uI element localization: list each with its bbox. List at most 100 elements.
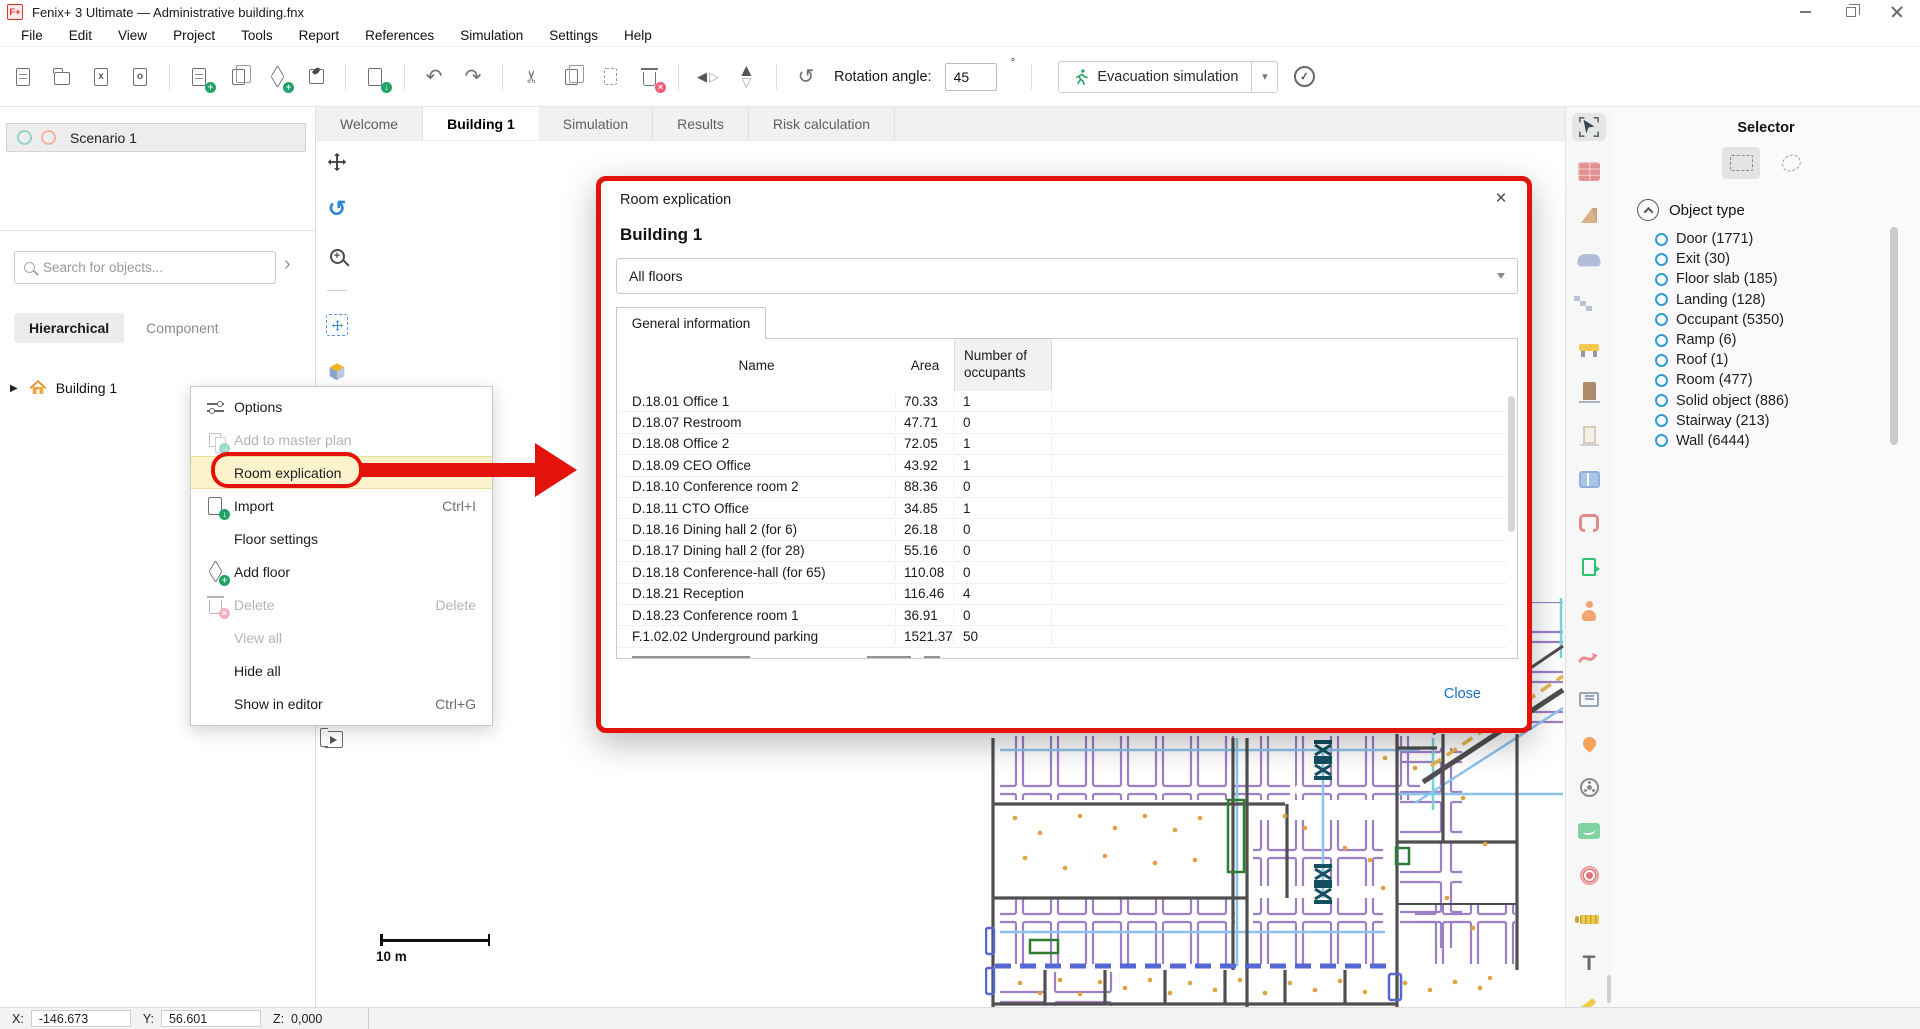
search-input[interactable] xyxy=(43,260,266,275)
expander-icon[interactable]: ▶ xyxy=(10,383,18,394)
rectangle-select-button[interactable] xyxy=(1722,147,1760,179)
room-tool-button[interactable] xyxy=(1572,509,1606,537)
selector-item-floor-slab[interactable]: Floor slab (185) xyxy=(1655,269,1789,289)
menu-item-delete[interactable]: × Delete Delete xyxy=(191,588,492,621)
add-level-button[interactable]: + xyxy=(264,64,290,90)
menu-references[interactable]: References xyxy=(352,28,447,43)
window-tool-button[interactable] xyxy=(1572,465,1606,493)
new-project-button[interactable] xyxy=(10,64,36,90)
pan-tool-button[interactable] xyxy=(324,149,350,175)
presentation-mode-button[interactable] xyxy=(324,731,343,748)
strip-scrollbar[interactable] xyxy=(1607,975,1611,1003)
undo-button[interactable]: ↶ xyxy=(421,64,447,90)
selector-item-wall[interactable]: Wall (6444) xyxy=(1655,431,1789,451)
selector-item-landing[interactable]: Landing (128) xyxy=(1655,290,1789,310)
route-tool-button[interactable] xyxy=(1572,641,1606,669)
master-plan-button[interactable] xyxy=(303,64,329,90)
menu-item-floor-settings[interactable]: Floor settings xyxy=(191,522,492,555)
menu-item-hide-all[interactable]: Hide all xyxy=(191,654,492,687)
menu-tools[interactable]: Tools xyxy=(228,28,286,43)
copy-button[interactable] xyxy=(558,64,584,90)
column-header-occupants[interactable]: Number of occupants xyxy=(954,339,1052,391)
table-row[interactable]: D.18.21 Reception116.464 xyxy=(617,584,1507,605)
open-project-button[interactable] xyxy=(49,64,75,90)
collapse-button[interactable] xyxy=(1637,199,1659,221)
close-project-button[interactable]: x xyxy=(88,64,114,90)
menu-file[interactable]: File xyxy=(8,28,56,43)
table-row[interactable]: D.18.11 CTO Office34.851 xyxy=(617,498,1507,519)
text-tool-button[interactable]: T xyxy=(1572,949,1606,977)
stairway-tool-button[interactable] xyxy=(1572,289,1606,317)
column-header-name[interactable]: Name xyxy=(617,339,896,391)
table-row[interactable]: D.18.09 CEO Office43.921 xyxy=(617,455,1507,476)
y-coordinate-input[interactable] xyxy=(161,1010,261,1027)
flip-horizontal-button[interactable]: ◀▷ xyxy=(695,64,721,90)
table-row[interactable]: D.18.23 Conference room 136.910 xyxy=(617,605,1507,626)
selector-scrollbar[interactable] xyxy=(1890,227,1898,445)
opening-tool-button[interactable] xyxy=(1572,421,1606,449)
alarm-tool-button[interactable] xyxy=(1572,861,1606,889)
lasso-select-button[interactable] xyxy=(1772,147,1810,179)
tab-results[interactable]: Results xyxy=(653,107,749,140)
evacuation-dropdown-button[interactable]: ▾ xyxy=(1252,61,1278,93)
exit-tool-button[interactable] xyxy=(1572,553,1606,581)
import-button[interactable]: ↓ xyxy=(362,64,388,90)
menu-edit[interactable]: Edit xyxy=(56,28,105,43)
validate-button[interactable]: ✓ xyxy=(1291,64,1317,90)
selector-item-door[interactable]: Door (1771) xyxy=(1655,229,1789,249)
tab-hierarchical[interactable]: Hierarchical xyxy=(14,313,124,343)
occupant-tool-button[interactable] xyxy=(1572,597,1606,625)
wall-tool-button[interactable] xyxy=(1572,157,1606,185)
scenario-item[interactable]: Scenario 1 xyxy=(6,123,306,152)
paste-button[interactable] xyxy=(597,64,623,90)
tab-building-1[interactable]: Building 1 xyxy=(423,107,539,140)
table-row[interactable]: D.18.18 Conference-hall (for 65)110.080 xyxy=(617,562,1507,583)
menu-item-show-in-editor[interactable]: Show in editor Ctrl+G xyxy=(191,687,492,720)
menu-help[interactable]: Help xyxy=(611,28,665,43)
redo-button[interactable]: ↷ xyxy=(460,64,486,90)
tab-simulation[interactable]: Simulation xyxy=(539,107,653,140)
selector-item-exit[interactable]: Exit (30) xyxy=(1655,249,1789,269)
selector-item-solid-object[interactable]: Solid object (886) xyxy=(1655,391,1789,411)
landing-tool-button[interactable] xyxy=(1572,333,1606,361)
delete-button[interactable]: × xyxy=(636,64,662,90)
minimize-button[interactable] xyxy=(1782,0,1828,24)
table-scrollbar[interactable] xyxy=(1508,396,1515,532)
select-tool-button[interactable] xyxy=(1572,113,1606,141)
table-row[interactable]: D.18.07 Restroom47.710 xyxy=(617,412,1507,433)
table-row[interactable]: D.18.16 Dining hall 2 (for 6)26.180 xyxy=(617,519,1507,540)
fan-tool-button[interactable] xyxy=(1572,773,1606,801)
selector-item-roof[interactable]: Roof (1) xyxy=(1655,350,1789,370)
menu-item-options[interactable]: Options xyxy=(191,390,492,423)
object-type-group-header[interactable]: Object type xyxy=(1637,199,1745,221)
floor-slab-tool-button[interactable] xyxy=(1572,245,1606,273)
sensor-tool-button[interactable] xyxy=(1572,817,1606,845)
fit-to-view-button[interactable] xyxy=(324,312,350,338)
tab-risk-calculation[interactable]: Risk calculation xyxy=(749,107,895,140)
zone-tool-button[interactable] xyxy=(1572,685,1606,713)
column-header-area[interactable]: Area xyxy=(896,339,954,391)
tab-component[interactable]: Component xyxy=(146,320,218,336)
menu-settings[interactable]: Settings xyxy=(536,28,611,43)
add-building-button[interactable]: + xyxy=(186,64,212,90)
selector-item-stairway[interactable]: Stairway (213) xyxy=(1655,411,1789,431)
x-coordinate-input[interactable] xyxy=(31,1010,131,1027)
table-row[interactable]: D.18.08 Office 272.051 xyxy=(617,434,1507,455)
fire-tool-button[interactable] xyxy=(1572,729,1606,757)
save-project-button[interactable]: o xyxy=(127,64,153,90)
dialog-close-action[interactable]: Close xyxy=(1444,686,1481,702)
menu-item-view-all[interactable]: View all xyxy=(191,621,492,654)
selector-item-room[interactable]: Room (477) xyxy=(1655,370,1789,390)
measuring-tool-button[interactable] xyxy=(1572,905,1606,933)
roof-tool-button[interactable] xyxy=(1572,201,1606,229)
menu-item-add-floor[interactable]: + Add floor xyxy=(191,555,492,588)
evacuation-simulation-button[interactable]: Evacuation simulation xyxy=(1058,61,1252,93)
zoom-tool-button[interactable]: + xyxy=(324,243,350,269)
selector-item-ramp[interactable]: Ramp (6) xyxy=(1655,330,1789,350)
duplicate-button[interactable] xyxy=(225,64,251,90)
selector-item-occupant[interactable]: Occupant (5350) xyxy=(1655,310,1789,330)
table-row[interactable]: D.18.17 Dining hall 2 (for 28)55.160 xyxy=(617,541,1507,562)
restore-button[interactable] xyxy=(1828,0,1874,24)
dialog-close-button[interactable]: × xyxy=(1489,187,1513,211)
tab-general-information[interactable]: General information xyxy=(616,307,766,339)
